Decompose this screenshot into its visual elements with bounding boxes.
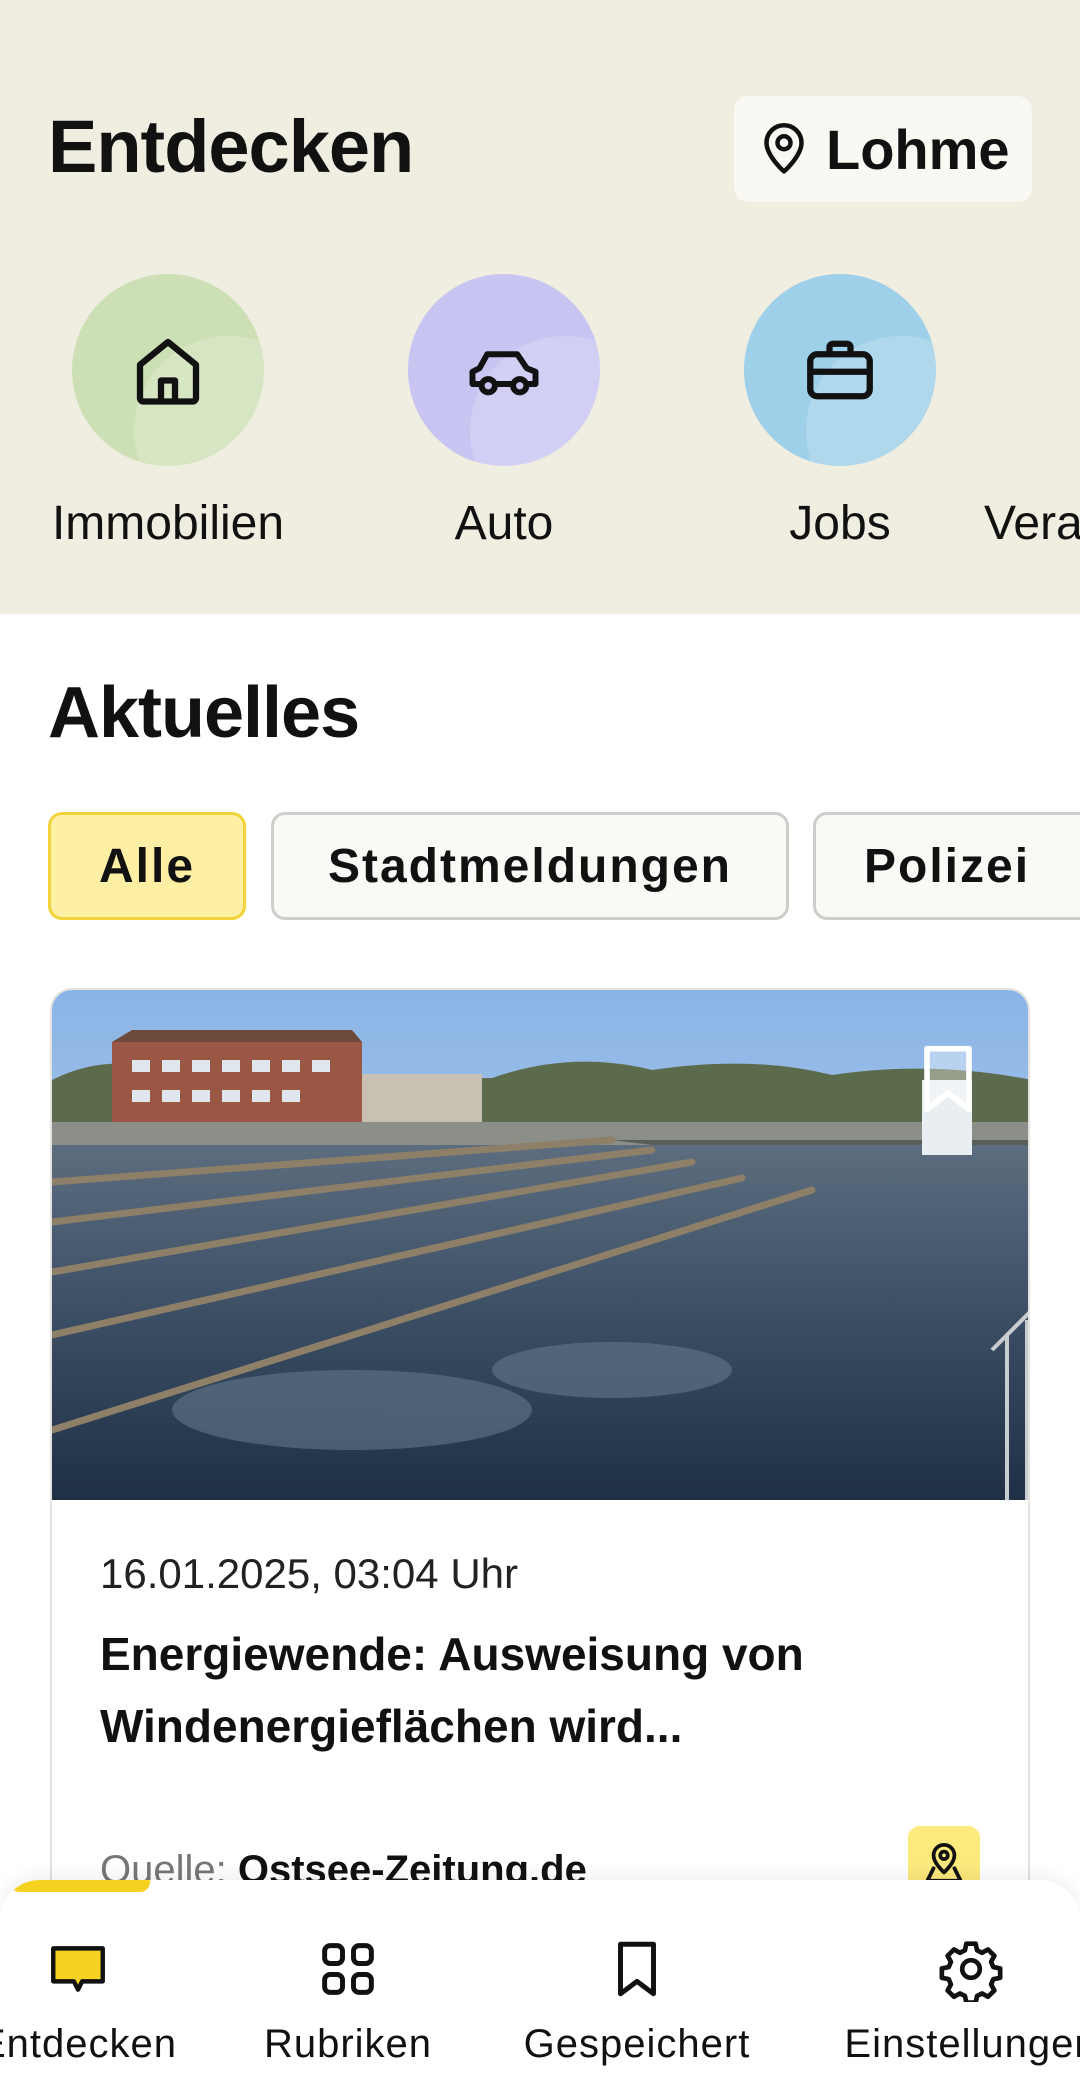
page-title: Entdecken bbox=[48, 105, 414, 188]
article-date: 16.01.2025, 03:04 Uhr bbox=[100, 1550, 518, 1597]
filter-chips: Alle Stadtmeldungen Polizei bbox=[0, 812, 1080, 922]
category-label: Auto bbox=[454, 497, 554, 550]
category-jobs[interactable]: Jobs bbox=[710, 274, 970, 551]
category-label: Immobilien bbox=[51, 497, 285, 550]
nav-label: Einstellungen bbox=[844, 2022, 1080, 2066]
briefcase-icon bbox=[807, 340, 873, 400]
chip-polizei[interactable]: Polizei bbox=[813, 812, 1080, 920]
category-label: Jobs bbox=[789, 497, 891, 550]
bottom-navigation: Entdecken Rubriken Gespeichert Einstellu… bbox=[0, 1880, 1080, 2097]
news-card[interactable]: 16.01.2025, 03:04 Uhr Energiewende: Ausw… bbox=[50, 988, 1030, 1948]
active-tab-indicator bbox=[10, 1880, 150, 1892]
nav-label: Rubriken bbox=[263, 2022, 433, 2066]
article-headline[interactable]: Energiewende: Ausweisung von Windenergie… bbox=[100, 1618, 920, 1762]
bookmark-icon[interactable] bbox=[920, 1044, 976, 1114]
nav-einstellungen[interactable]: Einstellungen bbox=[821, 1936, 1080, 2067]
section-title: Aktuelles bbox=[48, 673, 360, 753]
car-icon bbox=[469, 351, 539, 396]
water-treatment-basin-photo bbox=[52, 990, 1028, 1500]
nav-entdecken[interactable]: Entdecken bbox=[0, 1936, 228, 2067]
nav-label: Gespeichert bbox=[523, 2022, 751, 2066]
location-label: Lohme bbox=[826, 117, 1010, 181]
category-immobilien[interactable]: Immobilien bbox=[38, 274, 298, 551]
nav-label: Entdecken bbox=[0, 2022, 178, 2066]
location-button[interactable]: Lohme bbox=[734, 96, 1032, 202]
gear-icon bbox=[939, 1941, 1003, 2002]
bookmark-icon bbox=[618, 1941, 656, 1997]
grid-icon bbox=[322, 1943, 374, 1995]
nav-gespeichert[interactable]: Gespeichert bbox=[487, 1936, 787, 2067]
category-auto[interactable]: Auto bbox=[374, 274, 634, 551]
discover-header: Entdecken Lohme Immobilien Auto Jobs Ver… bbox=[0, 0, 1080, 614]
category-auto-circle bbox=[408, 274, 600, 466]
category-partial[interactable]: Vera bbox=[984, 274, 1080, 551]
chat-bubble-icon bbox=[51, 1946, 105, 1992]
category-label: Vera bbox=[984, 497, 1080, 550]
news-image bbox=[52, 990, 1028, 1500]
category-carousel[interactable]: Immobilien Auto Jobs Vera bbox=[0, 274, 1080, 574]
chip-alle[interactable]: Alle bbox=[48, 812, 246, 920]
chip-stadtmeldungen[interactable]: Stadtmeldungen bbox=[271, 812, 789, 920]
map-pin-icon bbox=[764, 123, 804, 174]
nav-rubriken[interactable]: Rubriken bbox=[198, 1936, 498, 2067]
house-icon bbox=[136, 338, 200, 405]
category-jobs-circle bbox=[744, 274, 936, 466]
category-immobilien-circle bbox=[72, 274, 264, 466]
